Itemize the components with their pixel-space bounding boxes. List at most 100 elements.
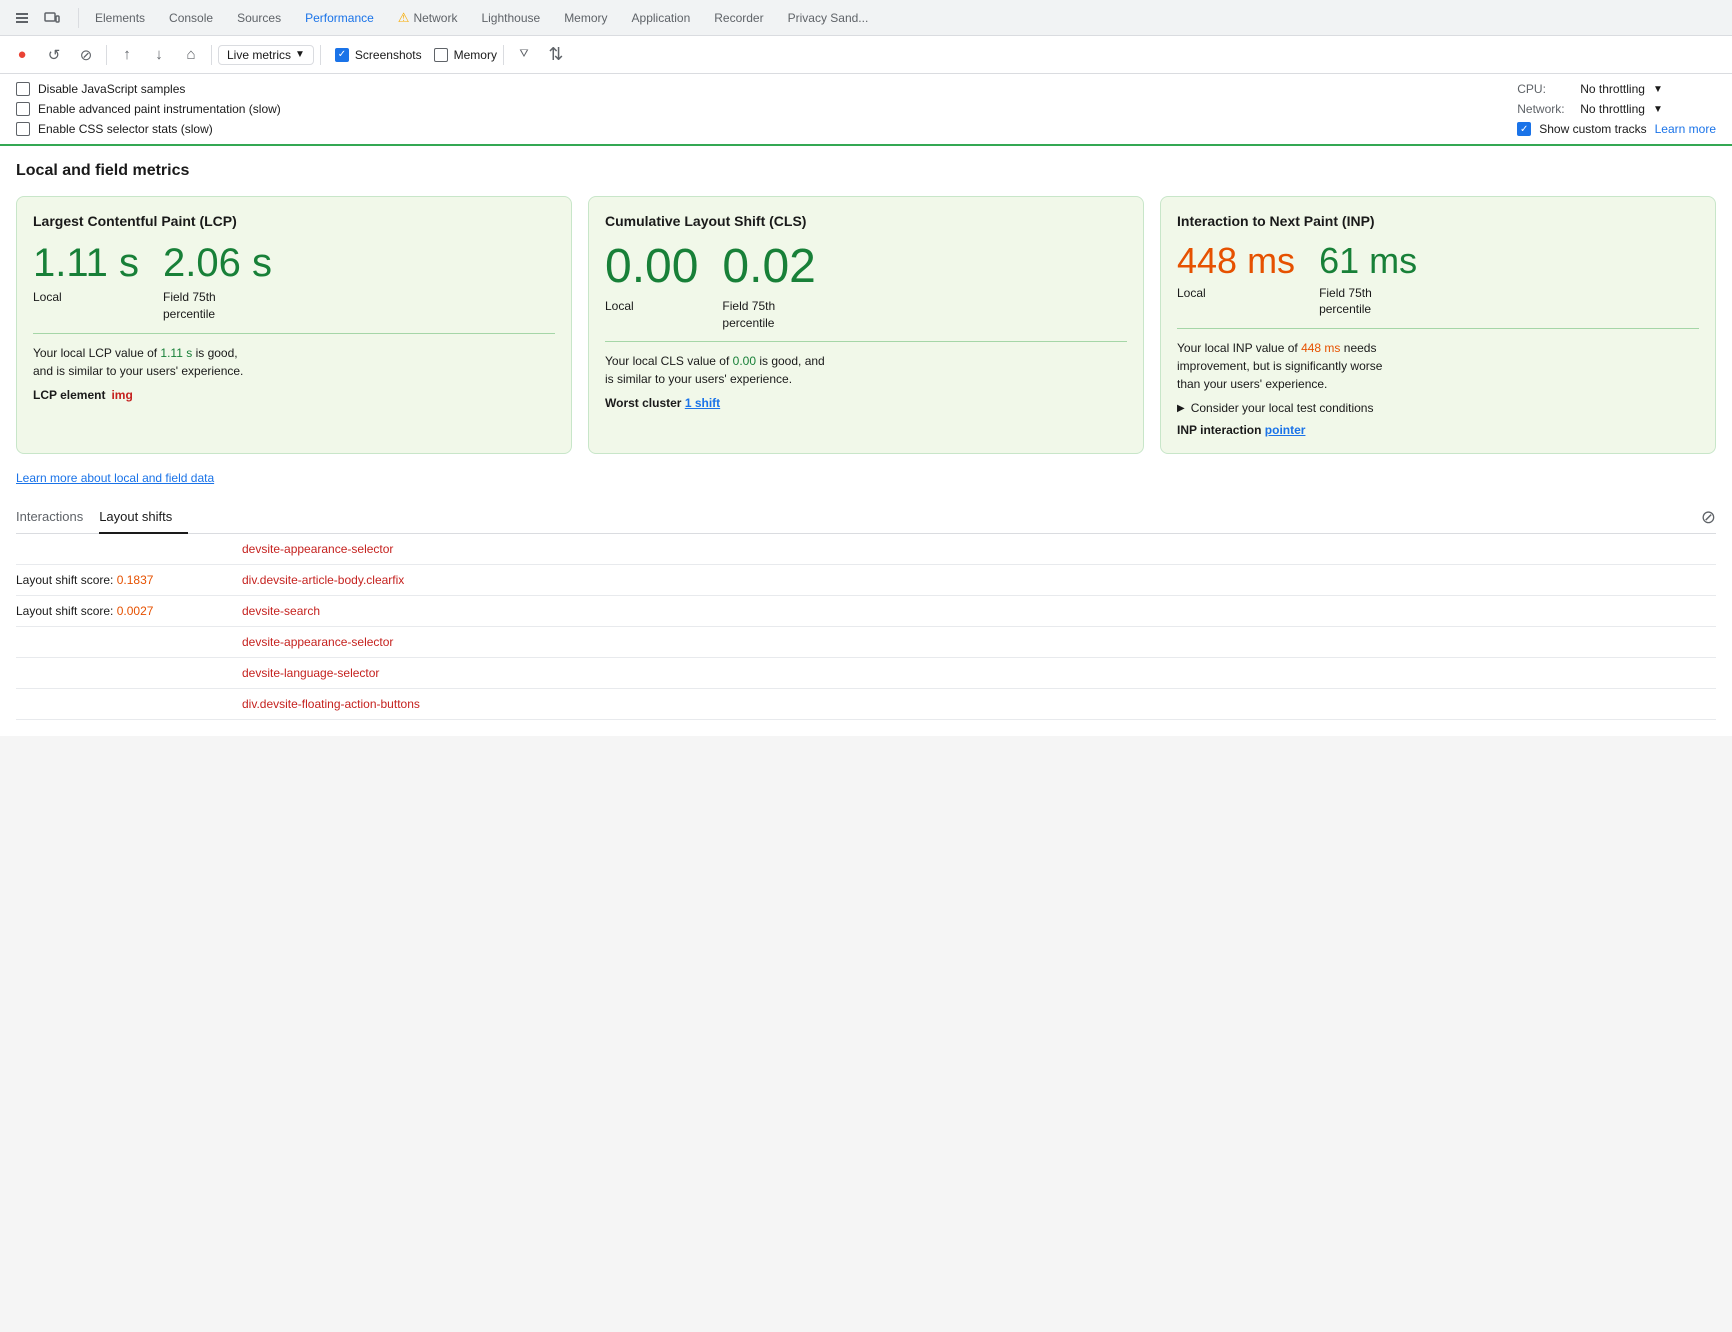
tab-elements[interactable]: Elements bbox=[83, 1, 157, 37]
tab-privacy-sandbox[interactable]: Privacy Sand... bbox=[776, 1, 881, 37]
cls-divider bbox=[605, 341, 1127, 342]
cls-field-number: 0.02 bbox=[722, 241, 815, 294]
tab-performance[interactable]: Performance bbox=[293, 1, 386, 37]
ls-label-3: Layout shift score: 0.0027 bbox=[16, 604, 236, 618]
lcp-field-label: Field 75thpercentile bbox=[163, 289, 272, 323]
advanced-paint-checkbox[interactable] bbox=[16, 102, 30, 116]
lcp-local-label: Local bbox=[33, 289, 139, 306]
lcp-element-row: LCP element img bbox=[33, 388, 555, 402]
tab-sources[interactable]: Sources bbox=[225, 1, 293, 37]
lcp-values: 1.11 s Local 2.06 s Field 75thpercentile bbox=[33, 241, 555, 323]
cls-field-label: Field 75thpercentile bbox=[722, 298, 815, 332]
custom-tracks-row: ✓ Show custom tracks Learn more bbox=[1517, 122, 1716, 136]
section-title: Local and field metrics bbox=[16, 162, 1716, 180]
inp-local-number: 448 ms bbox=[1177, 241, 1295, 281]
devtools-menu-icon[interactable] bbox=[8, 4, 36, 32]
toolbar-separator-4 bbox=[503, 45, 504, 65]
ls-element-1[interactable]: devsite-appearance-selector bbox=[236, 540, 399, 558]
learn-more-field-link[interactable]: Learn more about local and field data bbox=[16, 471, 214, 485]
lcp-field-value: 2.06 s Field 75thpercentile bbox=[163, 241, 272, 323]
lcp-highlight: 1.11 s bbox=[160, 346, 192, 360]
custom-tracks-learn-more[interactable]: Learn more bbox=[1655, 122, 1716, 136]
ls-element-6[interactable]: div.devsite-floating-action-buttons bbox=[236, 695, 426, 713]
ls-row-1: devsite-appearance-selector bbox=[16, 534, 1716, 565]
inp-field-label: Field 75thpercentile bbox=[1319, 285, 1417, 319]
inp-interaction-row: INP interaction pointer bbox=[1177, 423, 1699, 437]
tab-separator bbox=[78, 8, 79, 28]
reload-button[interactable]: ↺ bbox=[40, 41, 68, 69]
memory-checkbox-label[interactable]: Memory bbox=[434, 48, 497, 62]
lcp-local-number: 1.11 s bbox=[33, 241, 139, 285]
warning-icon: ⚠ bbox=[398, 10, 410, 26]
custom-tracks-checkbox[interactable]: ✓ bbox=[1517, 122, 1531, 136]
device-toolbar-icon[interactable] bbox=[38, 4, 66, 32]
inp-values: 448 ms Local 61 ms Field 75thpercentile bbox=[1177, 241, 1699, 318]
clear-button[interactable]: ⊘ bbox=[72, 41, 100, 69]
ls-row-2: Layout shift score: 0.1837 div.devsite-a… bbox=[16, 565, 1716, 596]
devtools-icon-group bbox=[8, 4, 66, 32]
tab-interactions[interactable]: Interactions bbox=[16, 501, 99, 534]
inp-highlight: 448 ms bbox=[1301, 341, 1340, 355]
home-button[interactable]: ⌂ bbox=[177, 41, 205, 69]
tab-layout-shifts[interactable]: Layout shifts bbox=[99, 501, 188, 534]
record-button[interactable]: ● bbox=[8, 41, 36, 69]
inp-pointer-link[interactable]: pointer bbox=[1265, 423, 1306, 437]
cls-desc: Your local CLS value of 0.00 is good, an… bbox=[605, 352, 1127, 388]
cpu-throttle-row: CPU: No throttling ▼ bbox=[1517, 82, 1716, 96]
settings-left: Disable JavaScript samples Enable advanc… bbox=[16, 82, 281, 136]
ls-label-2: Layout shift score: 0.1837 bbox=[16, 573, 236, 587]
tab-application[interactable]: Application bbox=[620, 1, 703, 37]
lcp-local-value: 1.11 s Local bbox=[33, 241, 139, 323]
cls-field-value: 0.02 Field 75thpercentile bbox=[722, 241, 815, 331]
layout-shifts-table: devsite-appearance-selector Layout shift… bbox=[16, 534, 1716, 720]
tab-recorder[interactable]: Recorder bbox=[702, 1, 775, 37]
cls-highlight: 0.00 bbox=[733, 354, 756, 368]
inp-divider bbox=[1177, 328, 1699, 329]
settings-icon[interactable]: ⇅ bbox=[542, 41, 570, 69]
ls-element-3[interactable]: devsite-search bbox=[236, 602, 326, 620]
css-selector-setting: Enable CSS selector stats (slow) bbox=[16, 122, 281, 136]
cls-local-number: 0.00 bbox=[605, 241, 698, 294]
worst-cluster-link[interactable]: 1 shift bbox=[685, 396, 720, 410]
inp-field-value: 61 ms Field 75thpercentile bbox=[1319, 241, 1417, 318]
screenshots-checkbox[interactable]: ✓ bbox=[335, 48, 349, 62]
inp-card: Interaction to Next Paint (INP) 448 ms L… bbox=[1160, 196, 1716, 454]
cls-card: Cumulative Layout Shift (CLS) 0.00 Local… bbox=[588, 196, 1144, 454]
download-button[interactable]: ↓ bbox=[145, 41, 173, 69]
screenshots-checkbox-label[interactable]: ✓ Screenshots bbox=[335, 48, 422, 62]
inp-local-label: Local bbox=[1177, 285, 1295, 302]
disable-js-checkbox[interactable] bbox=[16, 82, 30, 96]
toolbar-separator-1 bbox=[106, 45, 107, 65]
settings-right: CPU: No throttling ▼ Network: No throttl… bbox=[1517, 82, 1716, 136]
ls-row-3: Layout shift score: 0.0027 devsite-searc… bbox=[16, 596, 1716, 627]
ls-element-5[interactable]: devsite-language-selector bbox=[236, 664, 385, 682]
cpu-throttle-select[interactable]: No throttling ▼ bbox=[1580, 82, 1663, 96]
network-throttle-select[interactable]: No throttling ▼ bbox=[1580, 102, 1663, 116]
ls-row-5: devsite-language-selector bbox=[16, 658, 1716, 689]
lcp-desc: Your local LCP value of 1.11 s is good,a… bbox=[33, 344, 555, 380]
tab-memory[interactable]: Memory bbox=[552, 1, 619, 37]
cls-title: Cumulative Layout Shift (CLS) bbox=[605, 213, 1127, 229]
lcp-title: Largest Contentful Paint (LCP) bbox=[33, 213, 555, 229]
inp-consider-row[interactable]: ▶ Consider your local test conditions bbox=[1177, 401, 1699, 415]
circle-slash-icon: ⊘ bbox=[1701, 507, 1716, 528]
css-selector-checkbox[interactable] bbox=[16, 122, 30, 136]
lcp-card: Largest Contentful Paint (LCP) 1.11 s Lo… bbox=[16, 196, 572, 454]
tab-lighthouse[interactable]: Lighthouse bbox=[469, 1, 552, 37]
ls-score-3: 0.0027 bbox=[117, 604, 154, 618]
ls-element-2[interactable]: div.devsite-article-body.clearfix bbox=[236, 571, 410, 589]
inp-title: Interaction to Next Paint (INP) bbox=[1177, 213, 1699, 229]
tab-console[interactable]: Console bbox=[157, 1, 225, 37]
memory-checkbox[interactable] bbox=[434, 48, 448, 62]
ls-element-4[interactable]: devsite-appearance-selector bbox=[236, 633, 399, 651]
devtools-tab-bar: Elements Console Sources Performance ⚠ N… bbox=[0, 0, 1732, 36]
network-conditions-icon[interactable]: ⛛ bbox=[510, 41, 538, 69]
tab-network[interactable]: ⚠ Network bbox=[386, 1, 470, 37]
cls-local-label: Local bbox=[605, 298, 698, 315]
lcp-element-link[interactable]: img bbox=[111, 388, 132, 402]
live-metrics-dropdown[interactable]: Live metrics ▼ bbox=[218, 45, 314, 65]
upload-button[interactable]: ↑ bbox=[113, 41, 141, 69]
main-panel: Local and field metrics Largest Contentf… bbox=[0, 146, 1732, 736]
metric-cards: Largest Contentful Paint (LCP) 1.11 s Lo… bbox=[16, 196, 1716, 454]
inp-consider-text: Consider your local test conditions bbox=[1191, 401, 1374, 415]
